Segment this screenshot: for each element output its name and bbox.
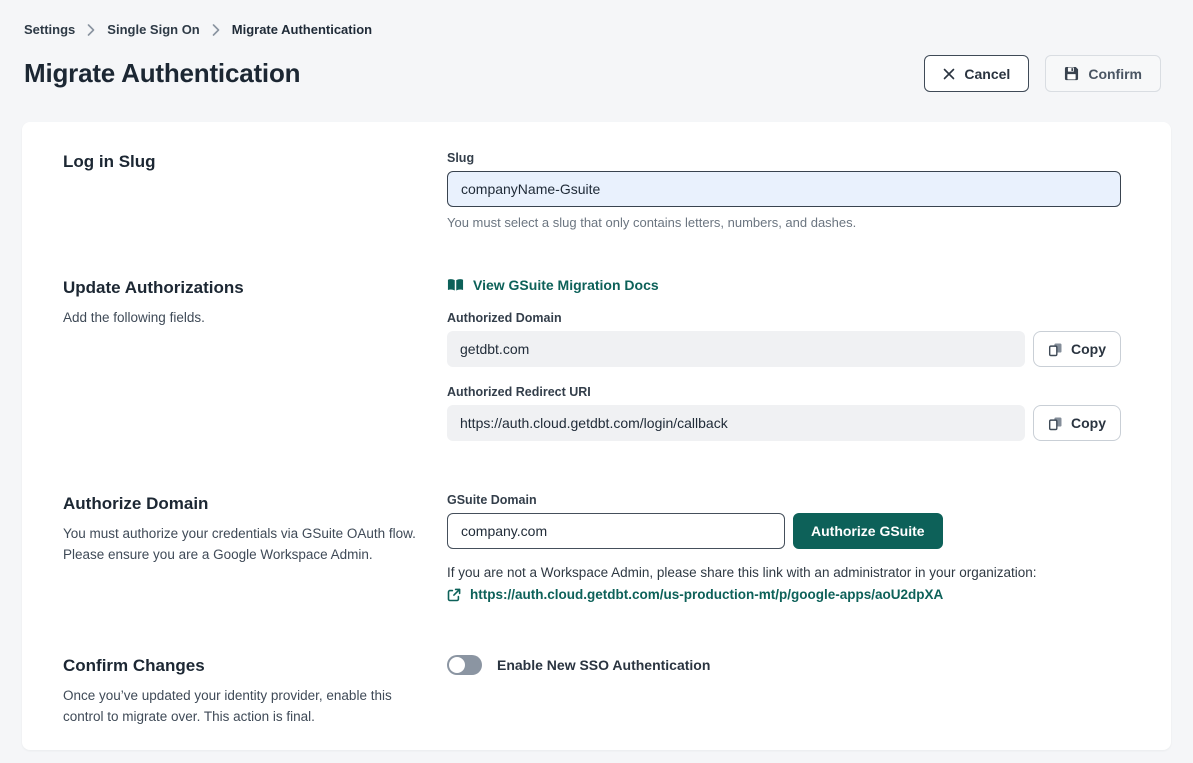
copy-icon xyxy=(1048,416,1063,431)
confirm-button[interactable]: Confirm xyxy=(1045,55,1161,92)
copy-button-label: Copy xyxy=(1071,415,1106,431)
section-confirm-changes: Confirm Changes Once you’ve updated your… xyxy=(63,655,1121,727)
workspace-admin-note: If you are not a Workspace Admin, please… xyxy=(447,565,1121,580)
copy-icon xyxy=(1048,342,1063,357)
breadcrumb-migrate-authentication: Migrate Authentication xyxy=(232,22,372,37)
enable-sso-toggle-label: Enable New SSO Authentication xyxy=(497,657,710,673)
close-icon xyxy=(943,68,955,80)
cancel-button-label: Cancel xyxy=(964,66,1010,82)
admin-share-link[interactable]: https://auth.cloud.getdbt.com/us-product… xyxy=(470,587,943,602)
page-title: Migrate Authentication xyxy=(24,58,300,89)
authorized-redirect-uri-label: Authorized Redirect URI xyxy=(447,385,1121,399)
gsuite-domain-input[interactable] xyxy=(447,513,785,549)
page-header: Settings Single Sign On Migrate Authenti… xyxy=(0,0,1193,92)
slug-label: Slug xyxy=(447,151,1121,165)
copy-button-label: Copy xyxy=(1071,341,1106,357)
save-icon xyxy=(1064,66,1079,81)
section-heading-update-authorizations: Update Authorizations xyxy=(63,277,417,299)
header-actions: Cancel Confirm xyxy=(924,55,1161,92)
authorized-redirect-uri-value: https://auth.cloud.getdbt.com/login/call… xyxy=(447,405,1025,441)
section-heading-authorize-domain: Authorize Domain xyxy=(63,493,417,515)
authorized-domain-label: Authorized Domain xyxy=(447,311,1121,325)
docs-link-label: View GSuite Migration Docs xyxy=(473,277,659,293)
section-desc-authorize-domain: You must authorize your credentials via … xyxy=(63,523,417,565)
authorized-domain-value: getdbt.com xyxy=(447,331,1025,367)
confirm-button-label: Confirm xyxy=(1088,66,1142,82)
slug-help-text: You must select a slug that only contain… xyxy=(447,215,1121,230)
view-gsuite-migration-docs-link[interactable]: View GSuite Migration Docs xyxy=(447,277,659,293)
section-update-authorizations: Update Authorizations Add the following … xyxy=(63,277,1121,441)
section-heading-login-slug: Log in Slug xyxy=(63,151,417,173)
authorize-gsuite-button[interactable]: Authorize GSuite xyxy=(793,513,943,549)
copy-authorized-domain-button[interactable]: Copy xyxy=(1033,331,1121,367)
enable-sso-toggle[interactable] xyxy=(447,655,482,675)
section-heading-confirm-changes: Confirm Changes xyxy=(63,655,417,677)
cancel-button[interactable]: Cancel xyxy=(924,55,1029,92)
chevron-right-icon xyxy=(212,24,220,36)
breadcrumb-single-sign-on[interactable]: Single Sign On xyxy=(107,22,199,37)
chevron-right-icon xyxy=(87,24,95,36)
breadcrumb-settings[interactable]: Settings xyxy=(24,22,75,37)
toggle-knob xyxy=(449,657,465,673)
settings-card: Log in Slug Slug You must select a slug … xyxy=(22,122,1171,750)
section-desc-confirm-changes: Once you’ve updated your identity provid… xyxy=(63,685,417,727)
breadcrumb: Settings Single Sign On Migrate Authenti… xyxy=(24,22,1161,37)
copy-redirect-uri-button[interactable]: Copy xyxy=(1033,405,1121,441)
slug-input[interactable] xyxy=(447,171,1121,207)
section-authorize-domain: Authorize Domain You must authorize your… xyxy=(63,493,1121,602)
external-link-icon xyxy=(447,588,461,602)
section-desc-update-authorizations: Add the following fields. xyxy=(63,307,417,328)
section-login-slug: Log in Slug Slug You must select a slug … xyxy=(63,151,1121,230)
book-icon xyxy=(447,278,464,292)
gsuite-domain-label: GSuite Domain xyxy=(447,493,1121,507)
